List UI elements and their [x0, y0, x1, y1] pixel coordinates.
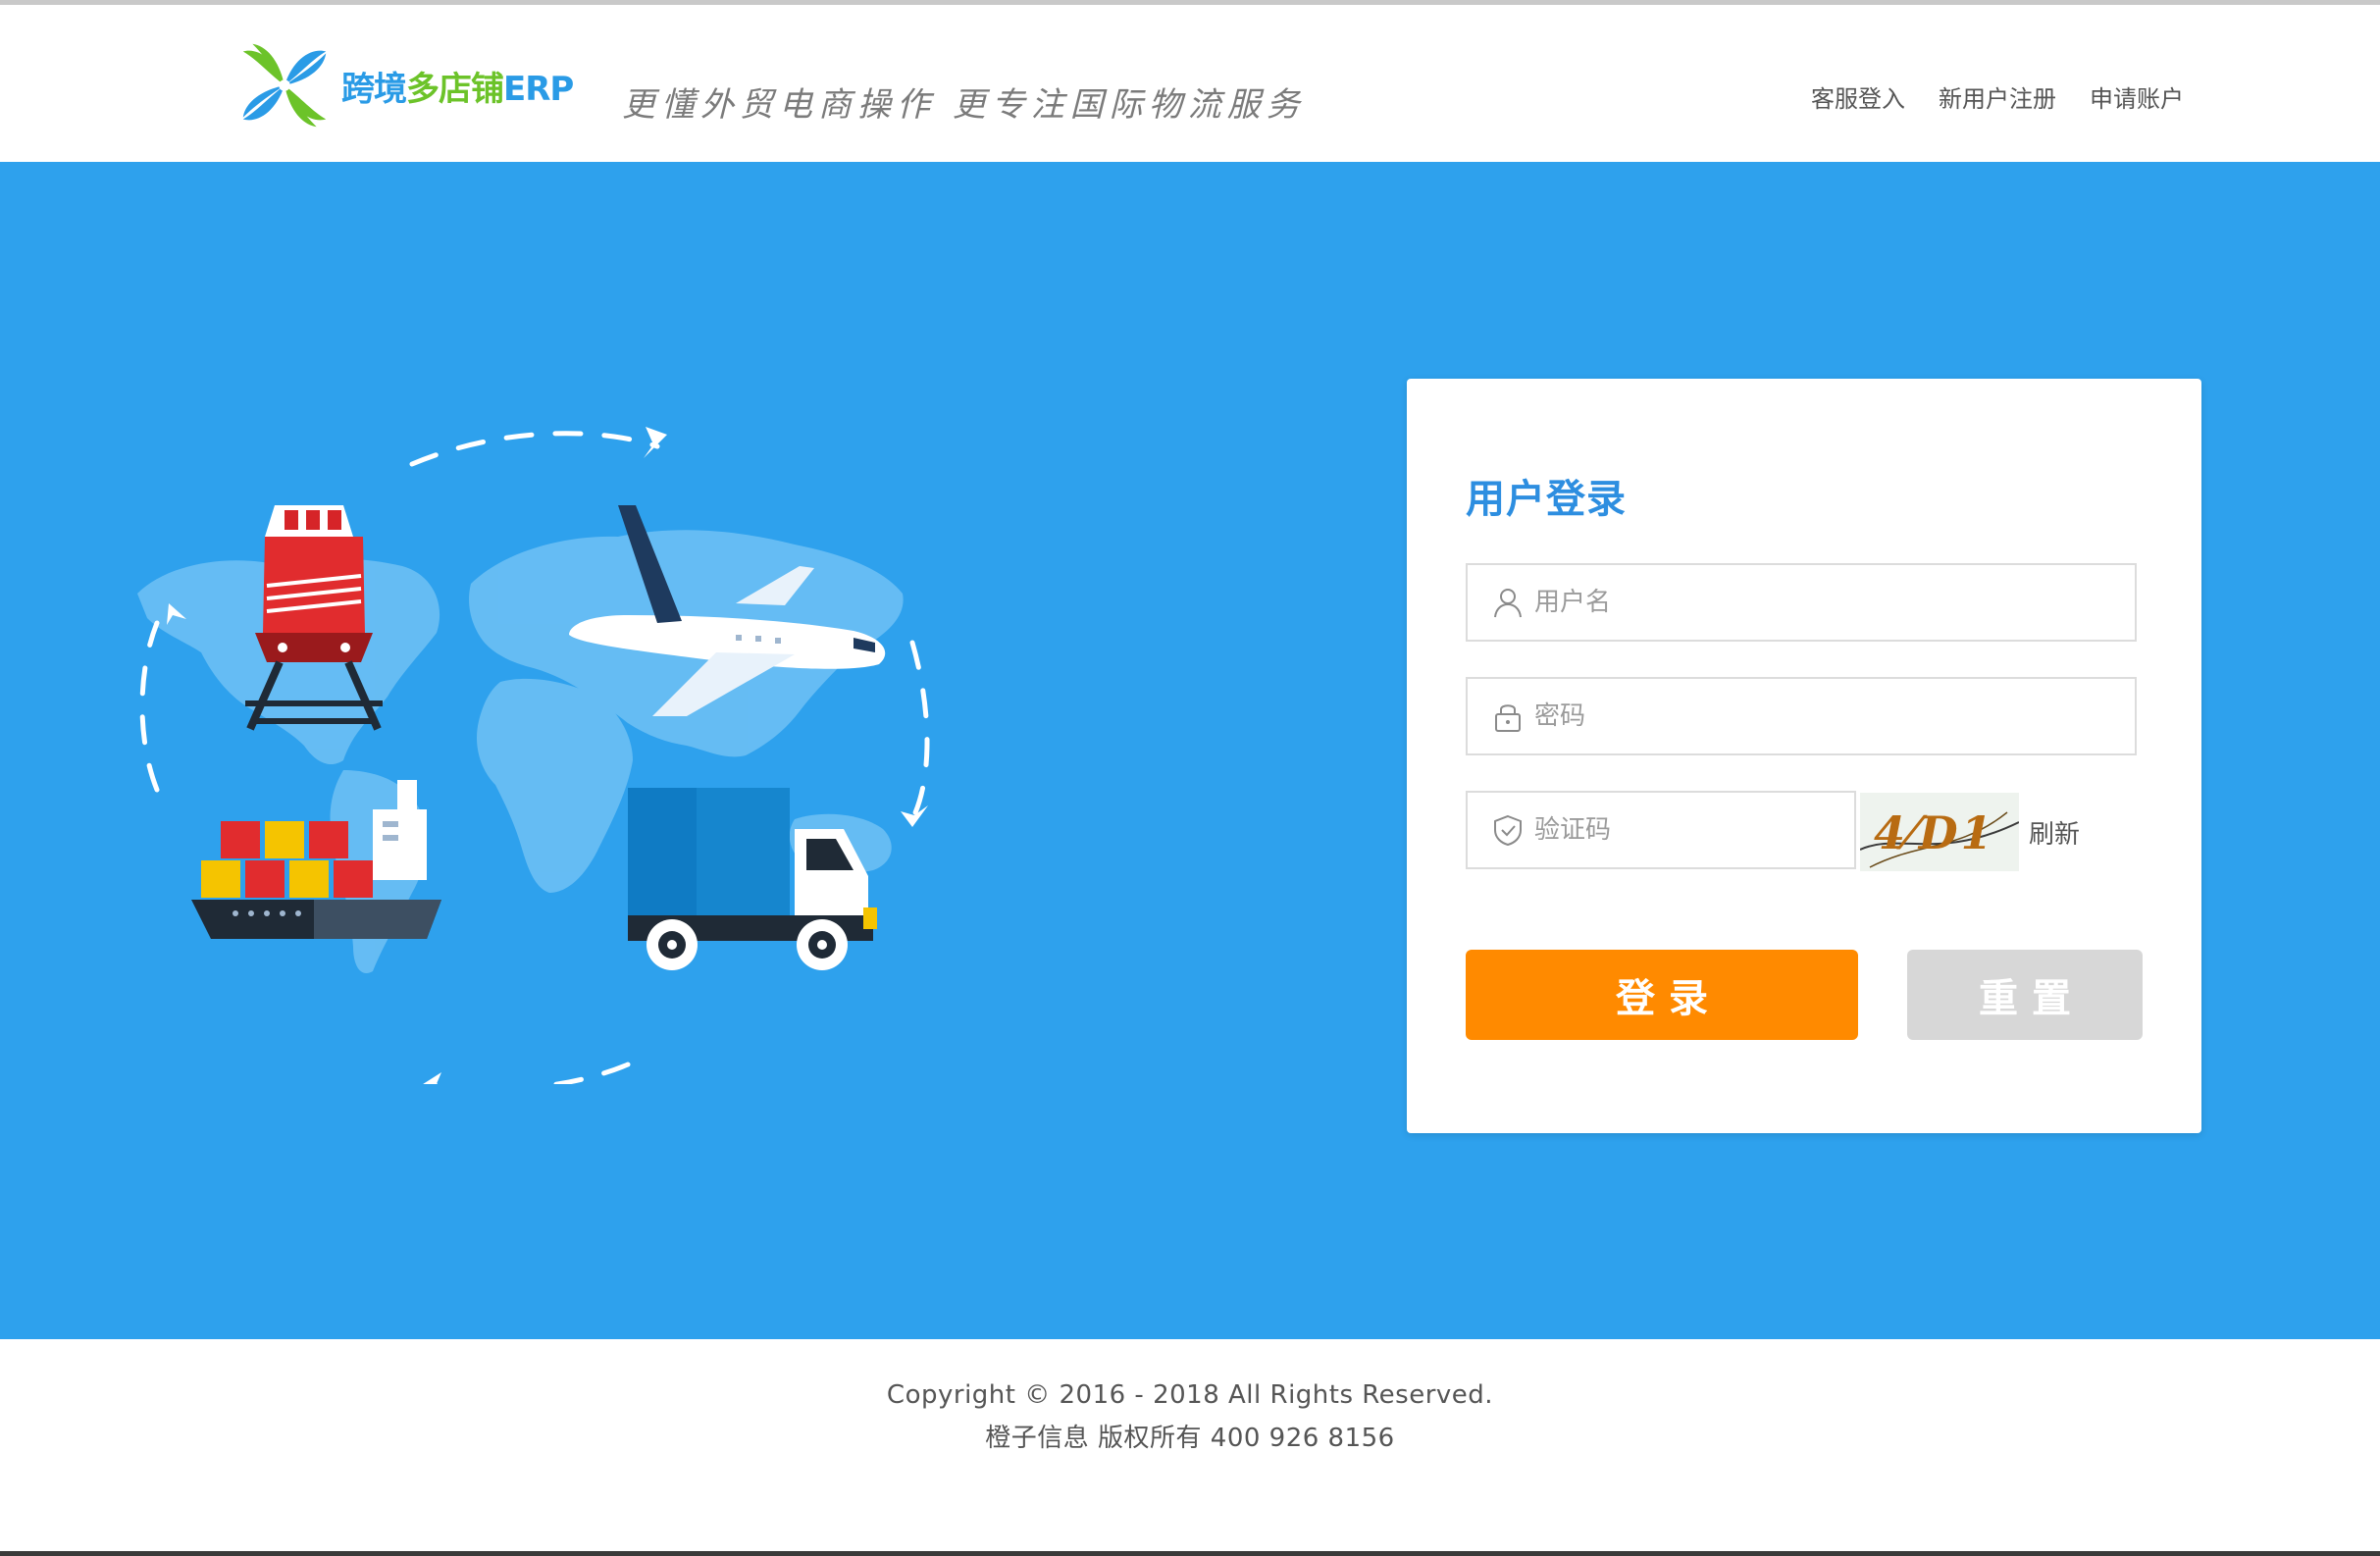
captcha-field[interactable] — [1466, 791, 1856, 869]
slogan: 更懂外贸电商操作 更专注国际物流服务 — [622, 85, 1306, 125]
header: 跨境 多店铺 ERP 更懂外贸电商操作 更专注国际物流服务 客服登入 新用户注册… — [0, 5, 2380, 162]
brand-part-3: ERP — [503, 70, 574, 109]
lock-icon — [1495, 704, 1521, 732]
company-info: 橙子信息 版权所有 400 926 8156 — [985, 1424, 1395, 1453]
footer: Copyright © 2016 - 2018 All Rights Reser… — [0, 1339, 2380, 1551]
brand-part-2: 多店铺 — [406, 70, 504, 109]
brand-part-1: 跨境 — [341, 70, 407, 109]
nav-apply-account[interactable]: 申请账户 — [2090, 79, 2184, 114]
nav-service-login[interactable]: 客服登入 — [1811, 79, 1905, 114]
nav-register[interactable]: 新用户注册 — [1939, 79, 2056, 114]
password-field[interactable] — [1466, 677, 2137, 755]
brand-name: 跨境 多店铺 ERP — [341, 62, 574, 111]
pinwheel-logo-icon — [242, 43, 327, 128]
captcha-input[interactable] — [1534, 793, 1854, 867]
hero-banner: 用户登录 用户名 验证码 4⁄D1 刷新 登录 重置 — [0, 162, 2380, 1339]
refresh-captcha-link[interactable]: 刷新 — [2029, 814, 2080, 851]
user-icon — [1494, 589, 1522, 618]
login-button[interactable]: 登录 — [1466, 950, 1858, 1040]
captcha-image[interactable]: 4⁄D1 — [1860, 793, 2019, 871]
reset-button[interactable]: 重置 — [1907, 950, 2143, 1040]
login-card: 用户登录 用户名 验证码 4⁄D1 刷新 登录 重置 — [1407, 379, 2201, 1133]
shield-check-icon — [1494, 814, 1522, 847]
password-input[interactable] — [1534, 679, 2135, 753]
copyright-text: Copyright © 2016 - 2018 All Rights Reser… — [886, 1380, 1494, 1410]
username-field[interactable] — [1466, 563, 2137, 642]
username-input[interactable] — [1534, 565, 2135, 640]
cargo-ship-illustration — [191, 780, 441, 939]
bottom-border — [0, 1551, 2380, 1556]
login-title: 用户登录 — [1466, 477, 1627, 522]
captcha-text: 4⁄D1 — [1874, 806, 1995, 859]
logistics-illustration — [137, 427, 930, 1084]
